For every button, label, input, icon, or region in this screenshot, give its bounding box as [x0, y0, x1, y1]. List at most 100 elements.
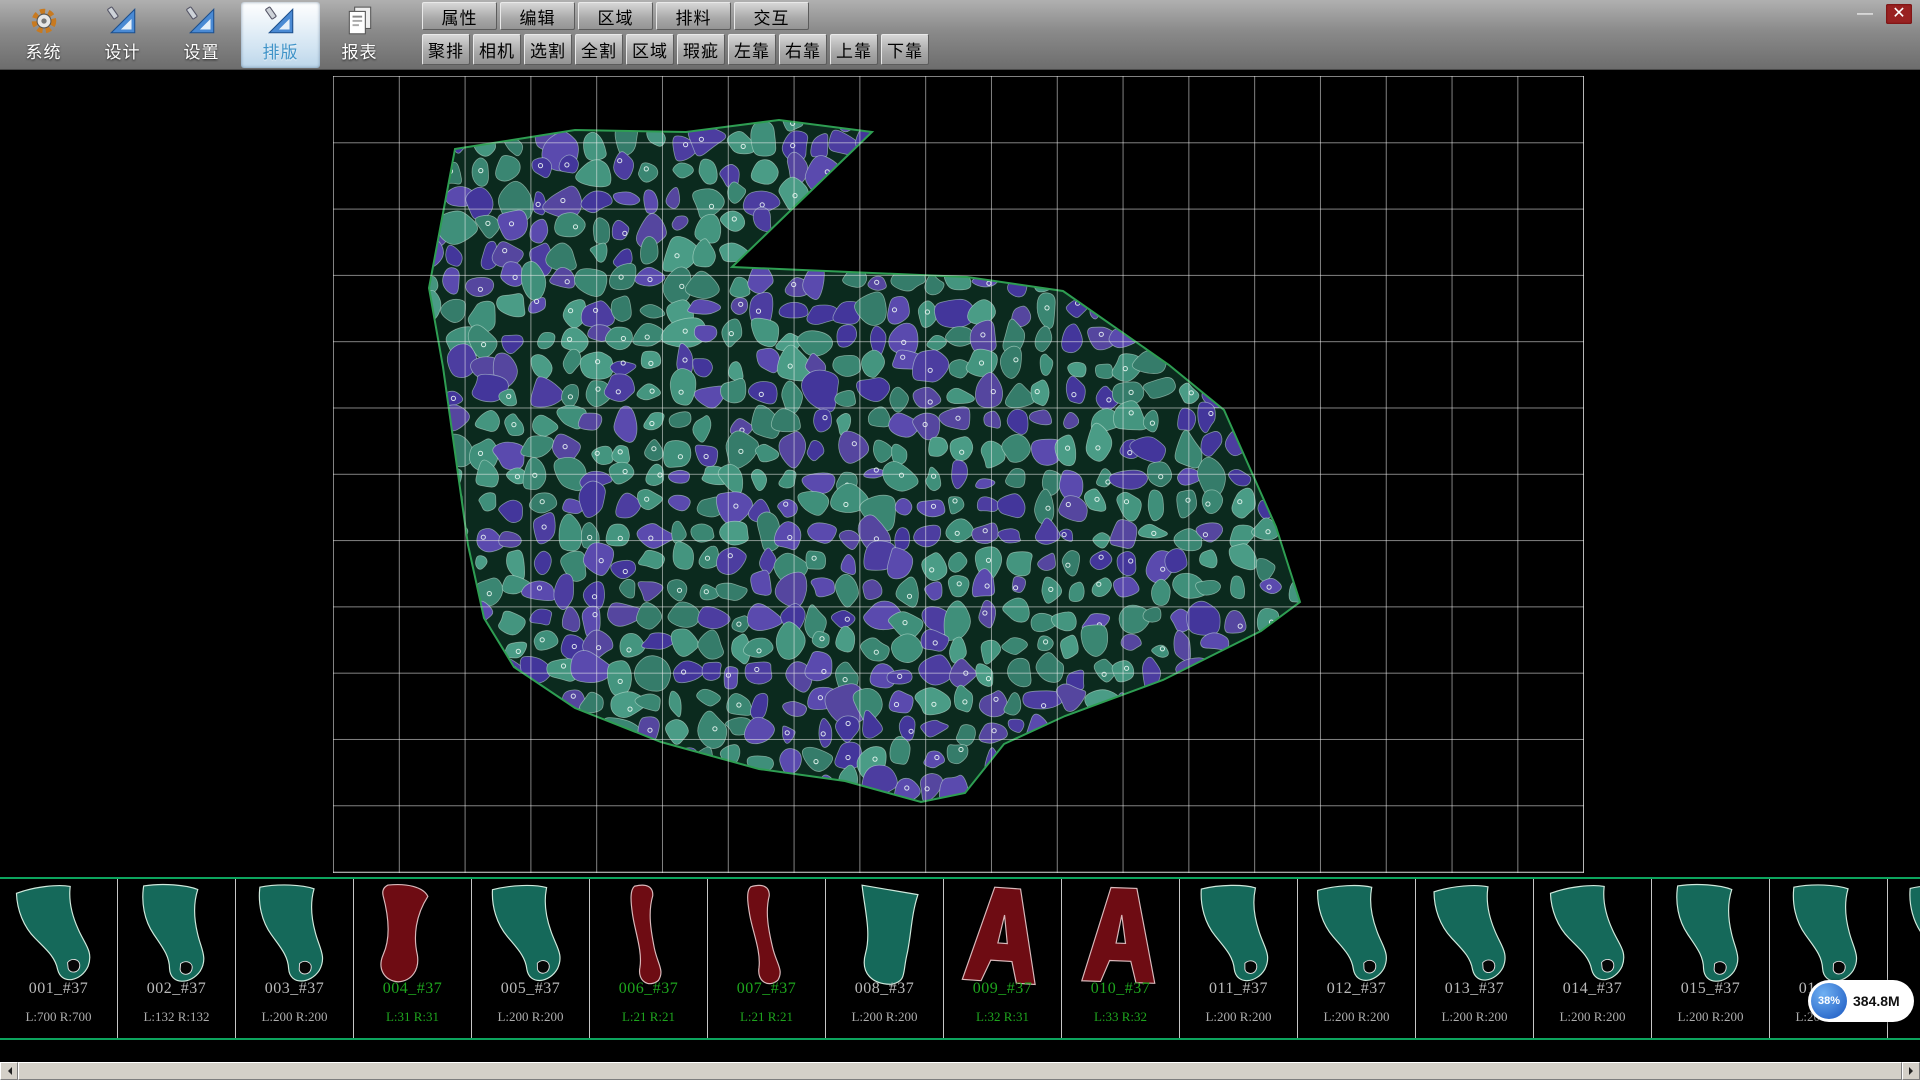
menu-row-1: 属性编辑区域排料交互 [422, 2, 929, 30]
part-lr: L:200 R:200 [472, 1009, 589, 1025]
part-name: 001_#37 [0, 980, 117, 998]
part-shape-icon [364, 881, 462, 994]
ruler-icon [186, 5, 218, 37]
close-button[interactable]: ✕ [1886, 4, 1912, 24]
part-name: 002_#37 [118, 980, 235, 998]
report-icon [344, 5, 376, 37]
part-thumbnail[interactable]: 014_#37 L:200 R:200 [1534, 879, 1652, 1038]
part-lr: L:132 R:132 [118, 1009, 235, 1025]
app-tab-design[interactable]: 设计 [83, 2, 162, 68]
part-name: 014_#37 [1534, 980, 1651, 998]
scrollbar-thumb[interactable] [18, 1062, 1902, 1080]
part-name: 015_#37 [1652, 980, 1769, 998]
part-lr: L:200 R:200 [1298, 1009, 1415, 1025]
app-tab-label: 系统 [26, 38, 62, 63]
part-lr: L:33 R:32 [1062, 1009, 1179, 1025]
part-shape-icon [1423, 879, 1527, 996]
part-shape-icon [1191, 882, 1287, 993]
menu-button-region[interactable]: 区域 [578, 2, 653, 30]
part-thumbnail[interactable]: 001_#37 L:700 R:700 [0, 879, 118, 1038]
part-name: 011_#37 [1180, 980, 1297, 998]
part-name: 006_#37 [590, 980, 707, 998]
part-name: 007_#37 [708, 980, 825, 998]
horizontal-scrollbar[interactable] [0, 1062, 1920, 1080]
part-name: 012_#37 [1298, 980, 1415, 998]
part-lr: L:200 R:200 [826, 1009, 943, 1025]
part-thumbnail[interactable]: 012_#37 L:200 R:200 [1298, 879, 1416, 1038]
menu-button-nesting[interactable]: 排料 [656, 2, 731, 30]
app-tab-label: 报表 [342, 38, 378, 63]
menu-row-2: 聚排相机选割全割区域瑕疵左靠右靠上靠下靠 [422, 34, 929, 65]
menu-button-region[interactable]: 区域 [626, 34, 674, 65]
menu-button-properties[interactable]: 属性 [422, 2, 497, 30]
menu-button-align-top[interactable]: 上靠 [830, 34, 878, 65]
part-lr: L:32 R:31 [944, 1009, 1061, 1025]
progress-percent: 38% [1811, 983, 1847, 1019]
part-lr: L:200 R:200 [1534, 1009, 1651, 1025]
app-tab-label: 设置 [184, 38, 220, 63]
part-name: 009_#37 [944, 980, 1061, 998]
part-name: 003_#37 [236, 980, 353, 998]
left-arrow-icon [4, 1067, 12, 1075]
menu-button-align-left[interactable]: 左靠 [728, 34, 776, 65]
part-name: 004_#37 [354, 980, 471, 998]
part-thumbnail[interactable]: 010_#37 L:33 R:32 [1062, 879, 1180, 1038]
part-shape-icon [244, 880, 346, 996]
part-shape-icon [1778, 880, 1880, 996]
part-shape-icon [482, 881, 580, 994]
part-thumbnail[interactable]: 011_#37 L:200 R:200 [1180, 879, 1298, 1038]
menu-button-interact[interactable]: 交互 [734, 2, 809, 30]
gear-icon [28, 5, 60, 37]
part-thumbnail[interactable]: 004_#37 L:31 R:31 [354, 879, 472, 1038]
ruler-icon [265, 5, 297, 37]
part-lr: L:31 R:31 [354, 1009, 471, 1025]
app-tab-system[interactable]: 系统 [4, 2, 83, 68]
part-thumbnail[interactable]: 002_#37 L:132 R:132 [118, 879, 236, 1038]
menu-button-camera[interactable]: 相机 [473, 34, 521, 65]
part-thumbnail[interactable]: 007_#37 L:21 R:21 [708, 879, 826, 1038]
scroll-left-button[interactable] [0, 1062, 18, 1080]
part-name: 008_#37 [826, 980, 943, 998]
parts-strip: 001_#37 L:700 R:700002_#37 L:132 R:132003_… [0, 877, 1920, 1040]
app-tab-label: 设计 [105, 38, 141, 63]
part-lr: L:700 R:700 [0, 1009, 117, 1025]
part-lr: L:200 R:200 [1180, 1009, 1297, 1025]
part-lr: L:200 R:200 [1416, 1009, 1533, 1025]
menu-button-cut-selected[interactable]: 选割 [524, 34, 572, 65]
part-thumbnail[interactable]: 005_#37 L:200 R:200 [472, 879, 590, 1038]
app-tab-report[interactable]: 报表 [320, 2, 399, 68]
app-tab-bar: 系统 设计 设置排版报表 [4, 0, 399, 70]
part-shape-icon [598, 880, 700, 996]
nesting-canvas [0, 70, 1920, 877]
part-thumbnail[interactable]: 009_#37 L:32 R:31 [944, 879, 1062, 1038]
menu-button-cluster-nest[interactable]: 聚排 [422, 34, 470, 65]
menu-button-align-bottom[interactable]: 下靠 [881, 34, 929, 65]
toolbar-menus: 属性编辑区域排料交互 聚排相机选割全割区域瑕疵左靠右靠上靠下靠 [422, 2, 929, 65]
part-thumbnail[interactable]: 008_#37 L:200 R:200 [826, 879, 944, 1038]
nesting-canvas-svg[interactable] [0, 70, 1920, 877]
part-lr: L:21 R:21 [708, 1009, 825, 1025]
menu-button-edit[interactable]: 编辑 [500, 2, 575, 30]
menu-button-cut-all[interactable]: 全割 [575, 34, 623, 65]
top-toolbar: 系统设计设置排版报表 属性编辑区域排料交互 聚排相机选割全割区域瑕疵左靠右靠上靠… [0, 0, 1920, 70]
part-thumbnail[interactable]: 003_#37 L:200 R:200 [236, 879, 354, 1038]
part-lr: L:21 R:21 [590, 1009, 707, 1025]
memory-value: 384.8M [1853, 993, 1900, 1009]
minimize-button[interactable]: — [1852, 4, 1878, 24]
part-lr: L:200 R:200 [236, 1009, 353, 1025]
part-shape-icon [951, 879, 1055, 996]
ruler-icon [107, 5, 139, 37]
part-shape-icon [1307, 880, 1407, 994]
part-name: 005_#37 [472, 980, 589, 998]
app-tab-layout[interactable]: 排版 [241, 2, 320, 68]
part-thumbnail[interactable]: 006_#37 L:21 R:21 [590, 879, 708, 1038]
part-thumbnail[interactable]: 015_#37L:200 R:200 [1652, 879, 1770, 1038]
part-thumbnail[interactable]: 013_#37L:200 R:200 [1416, 879, 1534, 1038]
menu-button-align-right[interactable]: 右靠 [779, 34, 827, 65]
part-name: 010_#37 [1062, 980, 1179, 998]
menu-button-defect[interactable]: 瑕疵 [677, 34, 725, 65]
app-tab-settings[interactable]: 设置 [162, 2, 241, 68]
window-controls: — ✕ [1852, 4, 1912, 24]
scroll-right-button[interactable] [1902, 1062, 1920, 1080]
right-arrow-icon [1909, 1067, 1917, 1075]
